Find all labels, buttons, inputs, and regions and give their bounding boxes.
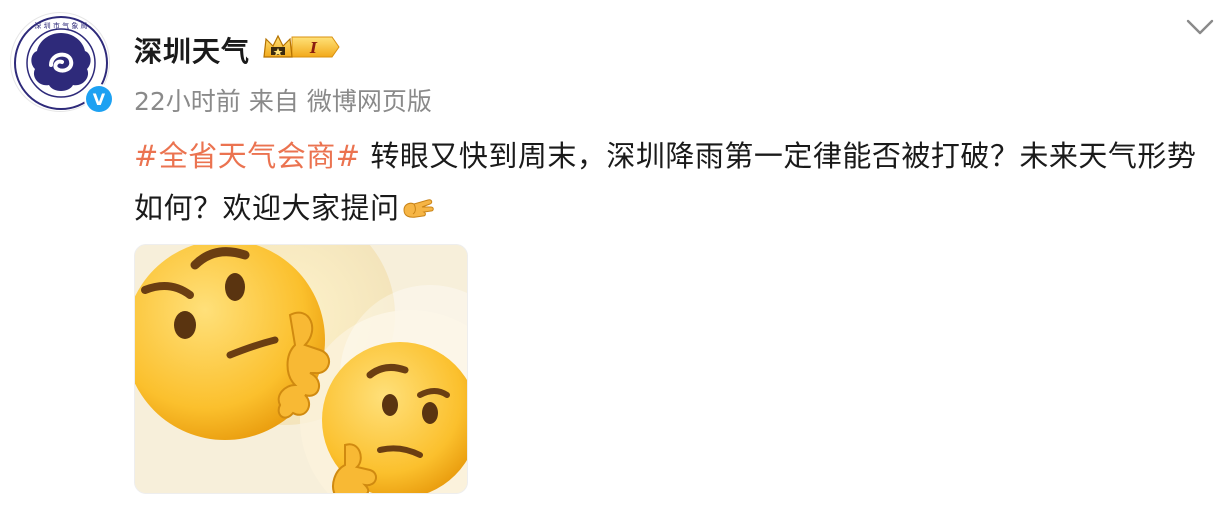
verified-v-icon: V xyxy=(84,84,114,114)
post-text: #全省天气会商# 转眼又快到周末，深圳降雨第一定律能否被打破？未来天气形势如何？… xyxy=(134,130,1214,234)
post-source[interactable]: 微博网页版 xyxy=(307,87,432,116)
vip-level-badge-icon[interactable]: I xyxy=(262,33,340,61)
chevron-down-icon[interactable] xyxy=(1184,16,1216,38)
post-image[interactable] xyxy=(134,244,468,494)
svg-text:I: I xyxy=(309,39,318,57)
svg-text:深 圳 市 气 象 局: 深 圳 市 气 象 局 xyxy=(34,21,87,30)
source-prefix: 来自 xyxy=(248,87,299,116)
post-time[interactable]: 22小时前 xyxy=(134,87,241,116)
hashtag-link[interactable]: #全省天气会商# xyxy=(134,139,361,173)
hand-pointing-emoji-icon xyxy=(403,199,434,218)
post-meta: 22小时前 来自 微博网页版 xyxy=(134,82,440,118)
author-avatar[interactable]: 深 圳 市 气 象 局 V xyxy=(10,12,114,114)
thinking-face-emoji-image xyxy=(135,245,467,493)
author-name[interactable]: 深圳天气 xyxy=(134,30,250,70)
